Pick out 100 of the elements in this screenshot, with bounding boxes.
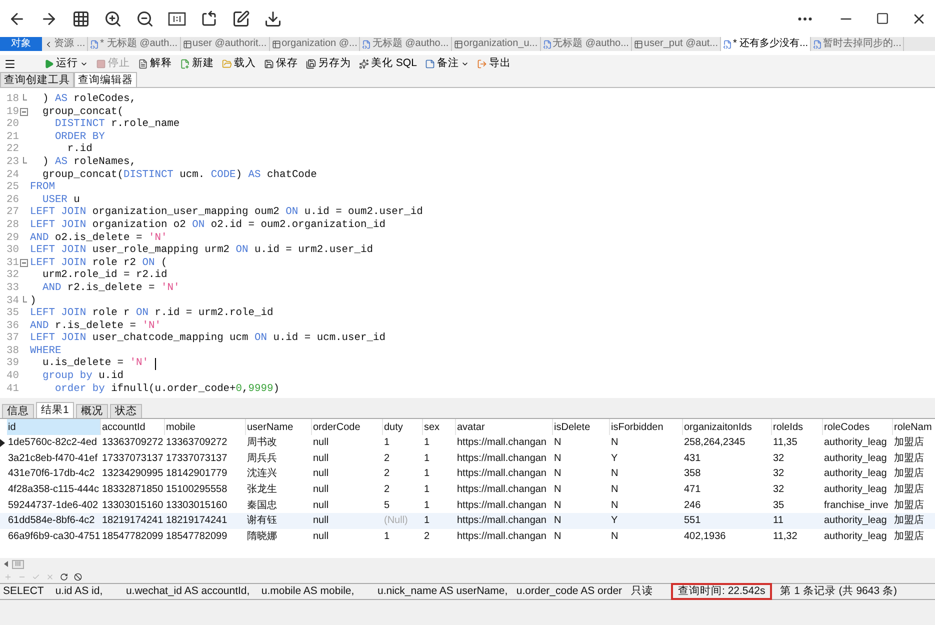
toolbar-button[interactable]: 保存: [264, 56, 298, 72]
editor-tab[interactable]: 查询编辑器: [74, 72, 137, 87]
toolbar-button[interactable]: 备注: [424, 56, 469, 72]
code-line: urm2.role_id = r2.id: [41, 269, 168, 282]
table-cell-text: https://mall.changan: [456, 530, 548, 544]
table-cell-text: 32: [772, 483, 786, 498]
table-cell-text: authority_leag: [823, 436, 888, 450]
column-header[interactable]: mobile: [165, 419, 246, 435]
query-icon: [90, 40, 100, 48]
line-number: 24: [6, 168, 19, 182]
result-tab[interactable]: 结果1: [36, 402, 74, 418]
table-cell-text: Y: [610, 452, 619, 466]
result-tab[interactable]: 信息: [2, 404, 34, 418]
line-number: 34: [6, 294, 19, 308]
zoom-out-icon[interactable]: [136, 10, 154, 28]
sparkles-icon: [359, 59, 369, 69]
fold-icon[interactable]: [20, 259, 28, 268]
table-cell-text: 18332871850: [101, 483, 164, 498]
refresh-icon[interactable]: [60, 572, 68, 580]
maximize-icon[interactable]: [876, 12, 889, 25]
table-icon: [634, 40, 643, 48]
line-number: 40: [6, 370, 19, 383]
toolbar-button[interactable]: 美化 SQL: [359, 56, 417, 72]
table-cell-text: 246: [683, 498, 702, 513]
column-header[interactable]: userName: [246, 419, 312, 435]
table-cell-text: authority_leag: [823, 530, 888, 544]
column-header[interactable]: avatar: [456, 419, 553, 435]
table-cell-text: 沈连兴: [246, 466, 278, 482]
check-icon[interactable]: [32, 572, 40, 580]
query-icon: [542, 40, 552, 48]
table-row[interactable]: 3a21c8eb-f470-41ef 17337073137 17337073137 周兵兵 null 2 1 https://mall.changan N Y 431 32 authority_leag 加盟店: [0, 450, 935, 466]
document-tab[interactable]: * 还有多少没有...: [721, 37, 812, 51]
result-tab[interactable]: 概况: [76, 404, 108, 418]
column-header[interactable]: roleIds: [772, 419, 823, 435]
tab-label: organization_u...: [464, 39, 538, 49]
table-cell-text: 4f28a358-c115-444c: [7, 483, 100, 498]
actual-size-icon[interactable]: [168, 12, 186, 26]
toolbar-button[interactable]: 运行: [44, 56, 88, 72]
code-line: group_concat(: [41, 106, 124, 118]
table-cell-text: 13303015160: [165, 498, 228, 513]
table-cell-text: 59244737-1de6-402: [7, 498, 100, 513]
result-tab[interactable]: 状态: [110, 404, 142, 418]
scroll-left-icon[interactable]: [4, 561, 8, 567]
table-icon: [182, 40, 192, 48]
column-header[interactable]: duty: [383, 419, 423, 435]
table-cell-text: authority_leag: [823, 483, 888, 498]
table-cell-text: 谢有钰: [246, 514, 278, 528]
table-cell-text: authority_leag: [823, 452, 888, 466]
column-header[interactable]: roleCodes: [823, 419, 893, 435]
table-row[interactable]: 1de5760c-82c2-4ed 13363709272 13363709272 周书改 null 1 1 https://mall.changan N N 258,264,2345 11,35 authority_leag 加盟店: [0, 435, 935, 451]
code-line: ) AS roleCodes,: [41, 93, 136, 106]
table-row[interactable]: 61dd584e-8bf6-4c2 18219174241 18219174241 谢有钰 null (Null) 1 https://mall.changan N Y 551 11 authority_leag 加盟店: [0, 512, 935, 529]
column-header[interactable]: accountId: [101, 419, 165, 435]
column-header[interactable]: orderCode: [312, 419, 383, 435]
toolbar-button[interactable]: 解释: [138, 56, 172, 72]
table-cell-text: 13363709272: [165, 436, 228, 450]
table-row[interactable]: 66a9f6b9-ca30-4751 18547782099 18547782099 隋晓娜 null 1 2 https://mall.changan N N 402,1936 11,32 authority_leag 加盟店: [0, 528, 935, 544]
edit-icon[interactable]: [232, 10, 250, 28]
table-cell-text: N: [553, 498, 562, 513]
fold-icon[interactable]: [20, 108, 28, 116]
toolbar-button[interactable]: 另存为: [306, 56, 351, 72]
rotate-icon[interactable]: [200, 10, 218, 28]
column-header[interactable]: organizaitonIds: [683, 419, 772, 435]
column-header[interactable]: isDelete: [553, 419, 610, 435]
toolbar-button[interactable]: 导出: [476, 56, 511, 72]
line-number: 37: [6, 332, 19, 345]
column-header[interactable]: roleNam: [893, 419, 935, 435]
stop-icon[interactable]: [74, 572, 82, 580]
column-header[interactable]: id: [7, 419, 101, 435]
table-cell-text: 隋晓娜: [246, 530, 278, 544]
tab-label: 资源 ...: [54, 39, 86, 49]
tab-label: organization @...: [282, 39, 358, 49]
table-cell-text: https://mall.changan: [456, 436, 548, 450]
table-row[interactable]: 4f28a358-c115-444c 18332871850 15100295558 张龙生 null 2 1 https://mall.changan N N 471 32 authority_leag 加盟店: [0, 482, 935, 498]
table-cell-text: 13363709272: [101, 436, 164, 450]
column-header[interactable]: isForbidden: [610, 419, 683, 435]
table-cell-text: 18547782099: [165, 530, 228, 544]
zoom-in-icon[interactable]: [104, 10, 122, 28]
table-cell-text: 3a21c8eb-f470-41ef: [7, 452, 99, 466]
table-icon: [454, 40, 463, 48]
line-number: 33: [6, 282, 19, 294]
code-line: order by ifnull(u.order_code+0,9999): [54, 382, 280, 396]
tab-label: 无标题 @autho...: [552, 39, 629, 49]
grid-icon[interactable]: [72, 10, 90, 28]
table-cell-text: https://mall.changan: [456, 498, 548, 513]
toolbar-button[interactable]: 载入: [222, 56, 256, 72]
table-cell-text: 431e70f6-17db-4c2: [7, 467, 96, 482]
editor-tab[interactable]: 查询创建工具: [0, 72, 74, 87]
menu-icon[interactable]: [4, 58, 16, 70]
table-row[interactable]: 59244737-1de6-402 13303015160 13303015160 秦国忠 null 5 1 https://mall.changan N N 246 35 franchise_inve 加盟店: [0, 497, 935, 513]
table-row[interactable]: 431e70f6-17db-4c2 13234290995 18142901779 沈连兴 null 2 1 https://mall.changan N N 358 32 authority_leag 加盟店: [0, 466, 935, 482]
table-cell-text: 1: [423, 483, 431, 498]
tab-label: * 无标题 @auth...: [100, 39, 178, 49]
table-cell-text: N: [553, 452, 562, 466]
line-number: 28: [6, 218, 19, 232]
toolbar-button[interactable]: 新建: [180, 56, 214, 72]
column-header[interactable]: sex: [423, 419, 456, 435]
download-icon[interactable]: [264, 10, 282, 28]
object-tab[interactable]: 对象: [0, 37, 42, 51]
table-cell-text: 加盟店: [893, 514, 925, 528]
